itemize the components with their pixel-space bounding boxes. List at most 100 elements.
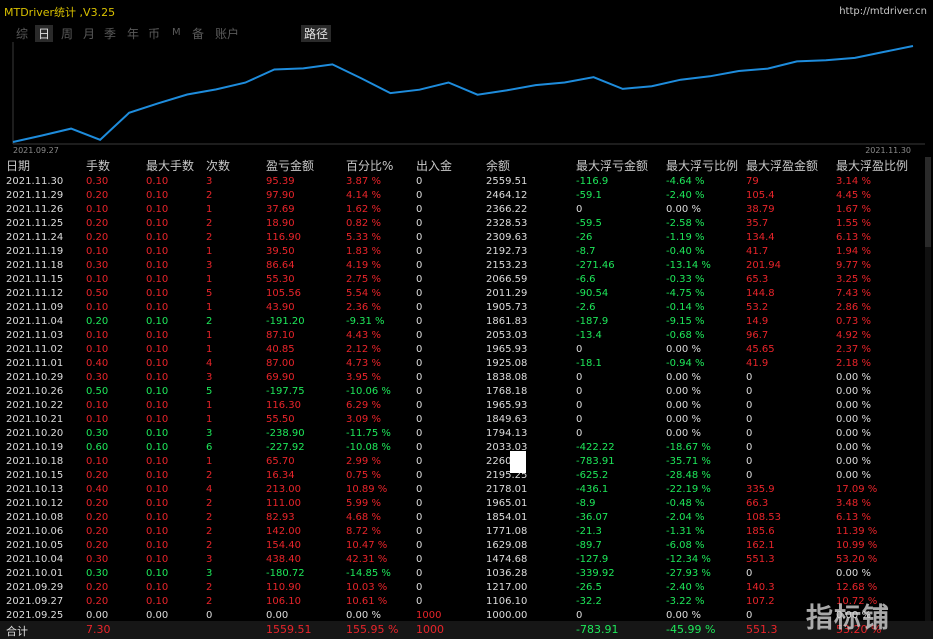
table-cell: 0 (416, 372, 423, 383)
column-header[interactable]: 百分比% (346, 157, 393, 175)
table-row[interactable]: 2021.11.02 0.10 0.10 1 40.85 2.12 % 0 1965.93 0 0… (0, 343, 933, 357)
table-cell: 0 (576, 372, 583, 383)
table-row[interactable]: 2021.11.09 0.10 0.10 1 43.90 2.36 % 0 1905.73 -2… (0, 301, 933, 315)
column-header[interactable]: 手数 (86, 157, 110, 175)
table-row[interactable]: 2021.10.29 0.30 0.10 3 69.90 3.95 % 0 1838.08 0 0… (0, 371, 933, 385)
tab-2[interactable]: 周 (61, 25, 73, 42)
table-cell: 1106.10 (486, 596, 528, 607)
table-row[interactable]: 2021.10.20 0.30 0.10 3 -238.90 -11.75 % 0 1794.… (0, 427, 933, 441)
table-row[interactable]: 2021.11.18 0.30 0.10 3 86.64 4.19 % 0 2153.23 -2… (0, 259, 933, 273)
table-row[interactable]: 2021.11.03 0.10 0.10 1 87.10 4.43 % 0 2053.03 -1… (0, 329, 933, 343)
table-row[interactable]: 2021.11.15 0.10 0.10 1 55.30 2.75 % 0 2066.59 -6… (0, 273, 933, 287)
tab-7[interactable]: M (172, 27, 181, 38)
table-cell: 0 (416, 484, 423, 495)
table-row[interactable]: 2021.10.21 0.10 0.10 1 55.50 3.09 % 0 1849.63 0 0… (0, 413, 933, 427)
table-row[interactable]: 2021.11.25 0.20 0.10 2 18.90 0.82 % 0 2328.53 -5… (0, 217, 933, 231)
app-title: MTDriver统计 ,V3.25 (4, 6, 116, 19)
column-header[interactable]: 日期 (6, 157, 30, 175)
table-row[interactable]: 2021.11.24 0.20 0.10 2 116.90 5.33 % 0 2309.63 -… (0, 231, 933, 245)
tab-1[interactable]: 日 (35, 25, 54, 42)
table-cell: 0.82 % (346, 218, 381, 229)
table-cell: 2066.59 (486, 274, 528, 285)
tab-0[interactable]: 综 (16, 25, 28, 42)
table-row[interactable]: 2021.09.29 0.20 0.10 2 110.90 10.03 % 0 1217.00… (0, 581, 933, 595)
table-row[interactable]: 2021.11.19 0.10 0.10 1 39.50 1.83 % 0 2192.73 -8… (0, 245, 933, 259)
table-cell: 0 (416, 204, 423, 215)
table-row[interactable]: 2021.11.29 0.20 0.10 2 97.90 4.14 % 0 2464.12 -5… (0, 189, 933, 203)
tab-8[interactable]: 备 (192, 25, 204, 42)
table-row[interactable]: 2021.11.12 0.50 0.10 5 105.56 5.54 % 0 2011.29 -… (0, 287, 933, 301)
table-cell: 107.2 (746, 596, 775, 607)
table-cell: -35.71 % (666, 456, 711, 467)
table-row[interactable]: 2021.11.30 0.30 0.10 3 95.39 3.87 % 0 2559.51 -1… (0, 175, 933, 189)
table-cell: 0.10 (146, 372, 169, 383)
table-cell: 2178.01 (486, 484, 528, 495)
tab-path[interactable]: 路径 (301, 25, 332, 42)
table-cell: 0.40 (86, 484, 109, 495)
table-row[interactable]: 2021.09.27 0.20 0.10 2 106.10 10.61 % 0 1106.10… (0, 595, 933, 609)
table-row[interactable]: 2021.11.04 0.20 0.10 2 -191.20 -9.31 % 0 1861.8… (0, 315, 933, 329)
table-cell: 7.43 % (836, 288, 871, 299)
table-cell: 0.10 (146, 232, 169, 243)
table-cell: 1861.83 (486, 316, 528, 327)
column-header[interactable]: 出入金 (416, 157, 452, 175)
column-header[interactable]: 盈亏金额 (266, 157, 314, 175)
table-cell: 53.2 (746, 302, 769, 313)
table-row[interactable]: 2021.10.13 0.40 0.10 4 213.00 10.89 % 0 2178.01… (0, 483, 933, 497)
column-header[interactable]: 最大浮盈比例 (836, 157, 908, 175)
table-cell: 551.3 (746, 554, 775, 565)
table-row[interactable]: 2021.10.19 0.60 0.10 6 -227.92 -10.08 % 0 2033.… (0, 441, 933, 455)
table-cell: 2021.10.26 (6, 386, 64, 397)
table-row[interactable]: 2021.11.01 0.40 0.10 4 87.00 4.73 % 0 1925.08 -1… (0, 357, 933, 371)
table-cell: 0 (576, 386, 583, 397)
table-cell: 0.10 (146, 386, 169, 397)
table-cell: 0 (416, 442, 423, 453)
column-header[interactable]: 最大浮亏金额 (576, 157, 648, 175)
table-row[interactable]: 2021.10.01 0.30 0.10 3 -180.72 -14.85 % 0 1036.… (0, 567, 933, 581)
column-header[interactable]: 最大浮盈金额 (746, 157, 818, 175)
table-row[interactable]: 2021.10.04 0.30 0.10 3 438.40 42.31 % 0 1474.68… (0, 553, 933, 567)
table-row[interactable]: 2021.10.22 0.10 0.10 1 116.30 6.29 % 0 1965.93 0… (0, 399, 933, 413)
table-cell: -4.64 % (666, 176, 705, 187)
table-row[interactable]: 2021.10.15 0.20 0.10 2 16.34 0.75 % 0 2195.25 -6… (0, 469, 933, 483)
table-cell: 0.60 (86, 442, 109, 453)
table-cell: 82.93 (266, 512, 295, 523)
tab-4[interactable]: 季 (104, 25, 116, 42)
table-cell: 0.30 (86, 176, 109, 187)
table-row[interactable]: 2021.10.12 0.20 0.10 2 111.00 5.99 % 0 1965.01 -… (0, 497, 933, 511)
column-header[interactable]: 余额 (486, 157, 510, 175)
table-cell: 0.10 (86, 246, 109, 257)
website-link[interactable]: http://mtdriver.cn (839, 6, 927, 17)
table-cell: 0 (416, 190, 423, 201)
column-header[interactable]: 最大手数 (146, 157, 194, 175)
table-cell: -0.40 % (666, 246, 705, 257)
table-row[interactable]: 2021.10.18 0.10 0.10 1 65.70 2.99 % 0 2260 -783.… (0, 455, 933, 469)
column-header[interactable]: 最大浮亏比例 (666, 157, 738, 175)
table-cell: 0 (416, 554, 423, 565)
tab-3[interactable]: 月 (83, 25, 95, 42)
column-header[interactable]: 次数 (206, 157, 230, 175)
table-row[interactable]: 2021.10.06 0.20 0.10 2 142.00 8.72 % 0 1771.08 -… (0, 525, 933, 539)
table-cell: 0.00 % (836, 400, 871, 411)
table-scrollbar[interactable] (925, 157, 931, 621)
table-row[interactable]: 2021.10.26 0.50 0.10 5 -197.75 -10.06 % 0 1768.… (0, 385, 933, 399)
table-cell: 69.90 (266, 372, 295, 383)
table-row[interactable]: 2021.10.08 0.20 0.10 2 82.93 4.68 % 0 1854.01 -3… (0, 511, 933, 525)
table-cell: 1838.08 (486, 372, 528, 383)
tab-9[interactable]: 账户 (215, 25, 239, 42)
table-cell: 3 (206, 568, 213, 579)
table-cell: -89.7 (576, 540, 602, 551)
table-row[interactable]: 2021.10.05 0.20 0.10 2 154.40 10.47 % 0 1629.08… (0, 539, 933, 553)
table-cell: 105.4 (746, 190, 775, 201)
table-cell: -18.67 % (666, 442, 711, 453)
table-row[interactable]: 2021.11.26 0.10 0.10 1 37.69 1.62 % 0 2366.22 0 0… (0, 203, 933, 217)
table-cell: -8.9 (576, 498, 596, 509)
tab-6[interactable]: 币 (148, 25, 160, 42)
table-cell: 0 (416, 596, 423, 607)
table-cell: 3 (206, 554, 213, 565)
tab-5[interactable]: 年 (127, 25, 139, 42)
table-cell: -2.6 (576, 302, 596, 313)
table-cell: 3.95 % (346, 372, 381, 383)
scrollbar-thumb[interactable] (925, 157, 931, 247)
table-cell: 0 (416, 512, 423, 523)
